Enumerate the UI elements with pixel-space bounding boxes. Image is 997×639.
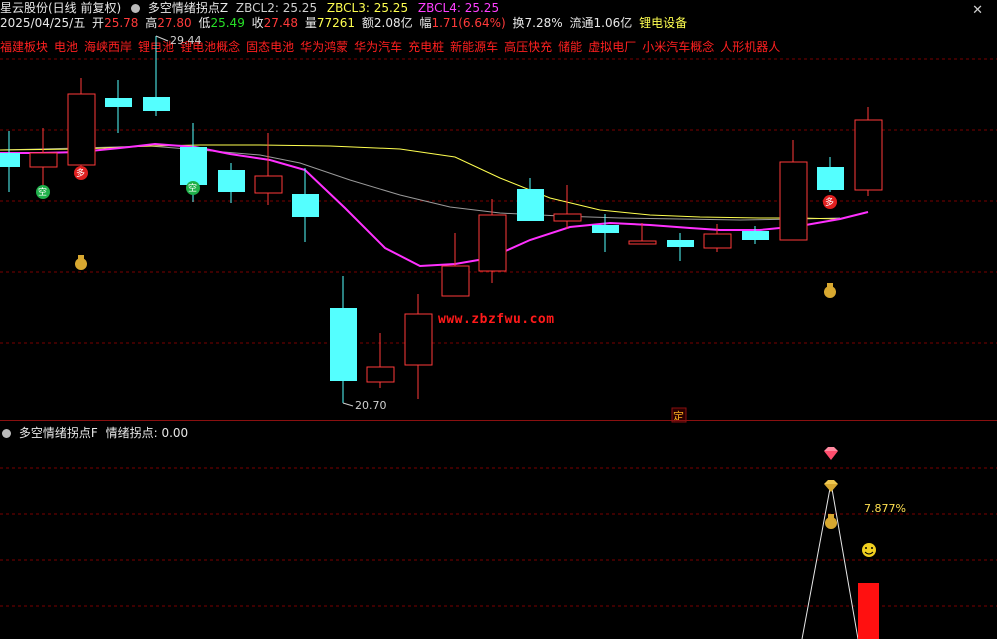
low-price-label: 20.70 (355, 399, 387, 412)
ma-magenta-line (0, 142, 869, 268)
candle (742, 231, 769, 240)
ding-label: 定 (673, 410, 684, 423)
candle (478, 214, 507, 272)
indicator-bar (858, 583, 879, 639)
indicator-header: 多空情绪拐点F 情绪拐点: 0.00 (0, 426, 188, 440)
smiley-icon (862, 543, 876, 557)
candle (29, 152, 58, 168)
candle (628, 240, 657, 245)
panel-divider (0, 420, 997, 421)
candle (703, 233, 732, 249)
high-price-label: 29.44 (170, 34, 202, 47)
candle (67, 93, 96, 166)
candle (553, 213, 582, 222)
percent-label: 7.877% (864, 502, 906, 515)
candle (0, 153, 20, 167)
watermark: www.zbzfwu.com (438, 312, 555, 327)
candle (517, 189, 544, 221)
candle (254, 175, 283, 194)
diamond-icon (824, 447, 838, 460)
candle (292, 194, 319, 217)
gear-icon[interactable] (2, 429, 11, 438)
ma-gray-line (0, 145, 841, 221)
candle (180, 147, 207, 185)
candle (779, 161, 808, 241)
money-bag-icon (75, 255, 87, 270)
candle (441, 265, 470, 297)
candle (667, 240, 694, 247)
candle (218, 170, 245, 192)
candle (366, 366, 395, 383)
money-bag-icon (825, 514, 837, 529)
candle (854, 119, 883, 191)
duo-badge-text: 多 (76, 169, 86, 179)
indicator-line (801, 482, 859, 639)
kong-badge-text: 空 (38, 188, 48, 198)
indicator-value: 0.00 (161, 426, 189, 440)
candle (330, 308, 357, 381)
candle (592, 225, 619, 233)
ma-yellow-line (0, 144, 841, 220)
low-marker (342, 402, 354, 407)
candle (105, 98, 132, 107)
candle (404, 313, 433, 366)
grid-lines (0, 58, 997, 607)
candle (817, 167, 844, 190)
indicator-value-label: 情绪拐点: (105, 426, 158, 440)
candle (143, 97, 170, 111)
kong-badge-text: 空 (188, 184, 198, 194)
diamond-icon (824, 480, 838, 492)
indicator-title: 多空情绪拐点F (18, 426, 98, 440)
money-bag-icon (824, 283, 836, 298)
duo-badge-text: 多 (825, 198, 835, 208)
high-marker (155, 35, 169, 42)
